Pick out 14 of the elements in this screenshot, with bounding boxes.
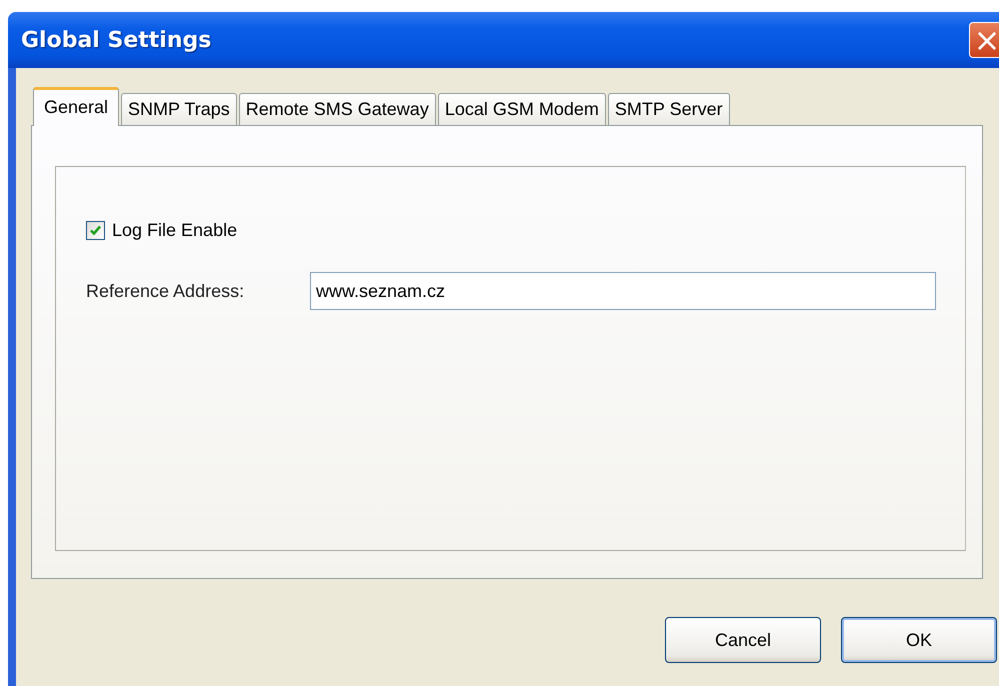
checkbox-label: Log File Enable bbox=[112, 220, 238, 241]
field-label: Reference Address: bbox=[86, 280, 246, 302]
close-button[interactable]: × bbox=[969, 22, 999, 58]
tab[interactable]: SMTP Server bbox=[608, 93, 730, 125]
dialog-button[interactable]: Cancel bbox=[665, 617, 821, 663]
tab[interactable]: Local GSM Modem bbox=[438, 93, 606, 125]
window-title: Global Settings bbox=[21, 28, 212, 52]
log-file-checkbox[interactable] bbox=[86, 221, 105, 240]
tab[interactable]: SNMP Traps bbox=[121, 93, 237, 125]
check-icon bbox=[89, 224, 102, 237]
dialog-button[interactable]: OK bbox=[841, 617, 997, 663]
tab[interactable]: Remote SMS Gateway bbox=[238, 93, 436, 125]
reference-address-field[interactable]: www.seznam.cz bbox=[310, 272, 936, 310]
tab[interactable]: General bbox=[33, 87, 120, 126]
